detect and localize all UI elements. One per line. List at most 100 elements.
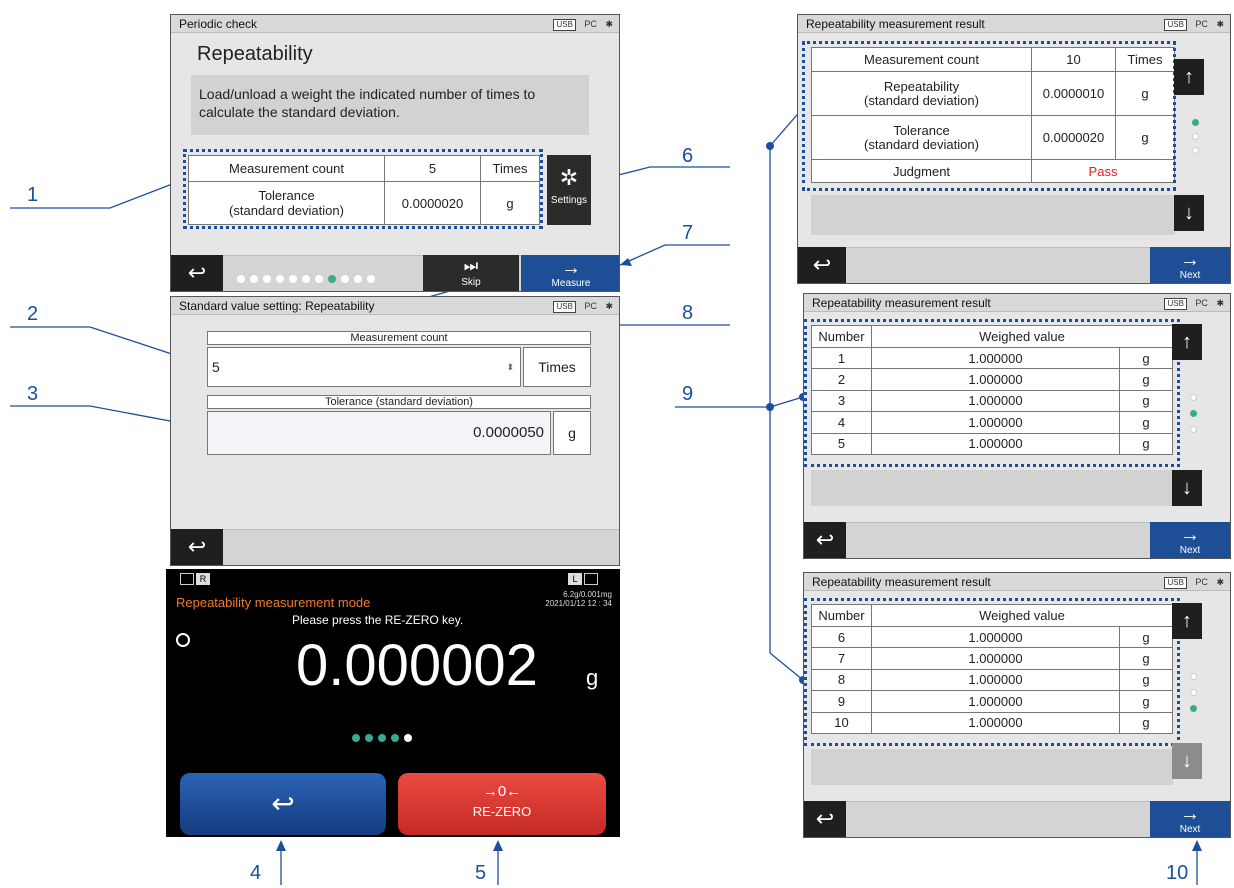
scroll-down-button[interactable]: ↓ — [1172, 470, 1202, 506]
usb-icon: USB — [553, 301, 576, 313]
measure-label: Measure — [551, 278, 591, 289]
bluetooth-icon: ✱ — [1216, 298, 1224, 308]
measure-button[interactable]: → Measure — [521, 255, 619, 291]
bluetooth-icon: ✱ — [605, 301, 613, 311]
page-dot — [341, 275, 349, 283]
skip-button[interactable]: ⏭ Skip — [423, 255, 519, 291]
screen-title: Repeatability measurement result — [812, 296, 991, 310]
page-dot — [276, 275, 284, 283]
next-label: Next — [1179, 824, 1201, 835]
pc-icon: PC — [1195, 298, 1208, 308]
gear-icon: ✲ — [559, 165, 579, 190]
callout-10: 10 — [1166, 862, 1189, 884]
right-pan-icon — [584, 573, 598, 585]
back-button[interactable]: ↩ — [804, 801, 846, 837]
next-button[interactable]: → Next — [1150, 522, 1230, 558]
progress-dot — [378, 734, 386, 742]
page-dot — [1192, 133, 1199, 140]
instruction-text: Load/unload a weight the indicated numbe… — [191, 75, 589, 135]
next-label: Next — [1179, 545, 1201, 556]
rezero-icon: →0← — [482, 783, 522, 800]
callout-7: 7 — [682, 222, 694, 244]
callout-2: 2 — [27, 303, 39, 325]
arrow-right-icon: → — [561, 257, 581, 279]
page-dot — [354, 275, 362, 283]
scroll-up-button[interactable]: ↑ — [1172, 324, 1202, 360]
standard-value-setting-screen: Standard value setting: Repeatability US… — [170, 296, 620, 566]
next-label: Next — [1179, 270, 1201, 281]
status-icons: USB PC ✱ — [1158, 294, 1224, 312]
page-dot — [1190, 673, 1197, 680]
capacity-label: 6.2g/0.001mg — [563, 590, 612, 599]
scroll-down-button[interactable]: ↓ — [1174, 195, 1204, 231]
count-input[interactable]: 5 ⬍ — [207, 347, 521, 387]
highlight-box-9 — [804, 319, 1180, 467]
bottom-bar: ↩ → Next — [798, 247, 1230, 283]
rezero-button[interactable]: →0← RE-ZERO — [398, 773, 606, 835]
screen-title: Repeatability measurement result — [812, 575, 991, 589]
page-dot — [250, 275, 258, 283]
pc-icon: PC — [584, 19, 597, 29]
progress-dot — [352, 734, 360, 742]
back-button[interactable]: ↩ — [171, 529, 223, 565]
result-values-screen-1: Repeatability measurement result USB PC … — [803, 293, 1231, 559]
empty-row-area — [811, 749, 1173, 785]
return-icon: ↩ — [271, 788, 295, 819]
progress-dots — [352, 729, 417, 747]
count-unit: Times — [523, 347, 591, 387]
prompt-text: Please press the RE-ZERO key. — [292, 613, 464, 627]
callout-3: 3 — [27, 383, 39, 405]
bluetooth-icon: ✱ — [1216, 19, 1224, 29]
mode-label: Repeatability measurement mode — [176, 595, 371, 610]
spinner-icon[interactable]: ⬍ — [506, 348, 514, 386]
weight-unit: g — [586, 665, 599, 690]
status-icons: USB PC ✱ — [547, 297, 613, 315]
skip-icon: ⏭ — [463, 258, 479, 275]
return-icon: ↩ — [812, 252, 832, 277]
return-icon: ↩ — [815, 527, 835, 552]
page-dot — [263, 275, 271, 283]
callout-1: 1 — [27, 184, 39, 206]
status-icons: USB PC ✱ — [547, 15, 613, 33]
tolerance-header: Tolerance (standard deviation) — [207, 395, 591, 409]
page-dot-active — [1190, 410, 1197, 417]
arrow-right-icon: → — [1180, 803, 1200, 825]
screen-title: Standard value setting: Repeatability — [179, 299, 375, 313]
screen-title: Repeatability measurement result — [806, 17, 985, 31]
tolerance-input[interactable]: 0.0000050 — [207, 411, 551, 455]
page-dot — [289, 275, 297, 283]
next-button[interactable]: → Next — [1150, 247, 1230, 283]
title-bar: Repeatability measurement result USB PC … — [804, 573, 1230, 591]
arrow-down-icon: ↓ — [1182, 750, 1192, 772]
page-dots — [237, 270, 380, 288]
page-dot — [237, 275, 245, 283]
status-icons: USB PC ✱ — [1158, 15, 1224, 33]
left-pan-icon — [180, 573, 194, 585]
back-button[interactable]: ↩ — [804, 522, 846, 558]
settings-button[interactable]: ✲ Settings — [547, 155, 591, 225]
scroll-up-button[interactable]: ↑ — [1172, 603, 1202, 639]
pc-icon: PC — [584, 301, 597, 311]
back-button[interactable]: ↩ — [798, 247, 846, 283]
title-bar: Periodic check USB PC ✱ — [171, 15, 619, 33]
callout-4: 4 — [250, 862, 262, 884]
screen-title: Periodic check — [179, 17, 258, 31]
arrow-right-icon: → — [1180, 524, 1200, 546]
measurement-screen: R L Repeatability measurement mode 6.2g/… — [166, 569, 620, 837]
right-badge: L — [568, 573, 582, 585]
next-button[interactable]: → Next — [1150, 801, 1230, 837]
scroll-up-button[interactable]: ↑ — [1174, 59, 1204, 95]
usb-icon: USB — [1164, 19, 1187, 31]
title-bar: Repeatability measurement result USB PC … — [804, 294, 1230, 312]
status-icons: USB PC ✱ — [1158, 573, 1224, 591]
back-button[interactable]: ↩ — [180, 773, 386, 835]
tolerance-input-value: 0.0000050 — [473, 424, 544, 441]
arrow-down-icon: ↓ — [1182, 477, 1192, 499]
usb-icon: USB — [553, 19, 576, 31]
return-icon: ↩ — [815, 806, 835, 831]
back-button[interactable]: ↩ — [171, 255, 223, 291]
title-bar: Repeatability measurement result USB PC … — [798, 15, 1230, 33]
title-bar: Standard value setting: Repeatability US… — [171, 297, 619, 315]
count-header: Measurement count — [207, 331, 591, 345]
bottom-bar: ↩ ⏭ Skip → Measure — [171, 255, 619, 291]
